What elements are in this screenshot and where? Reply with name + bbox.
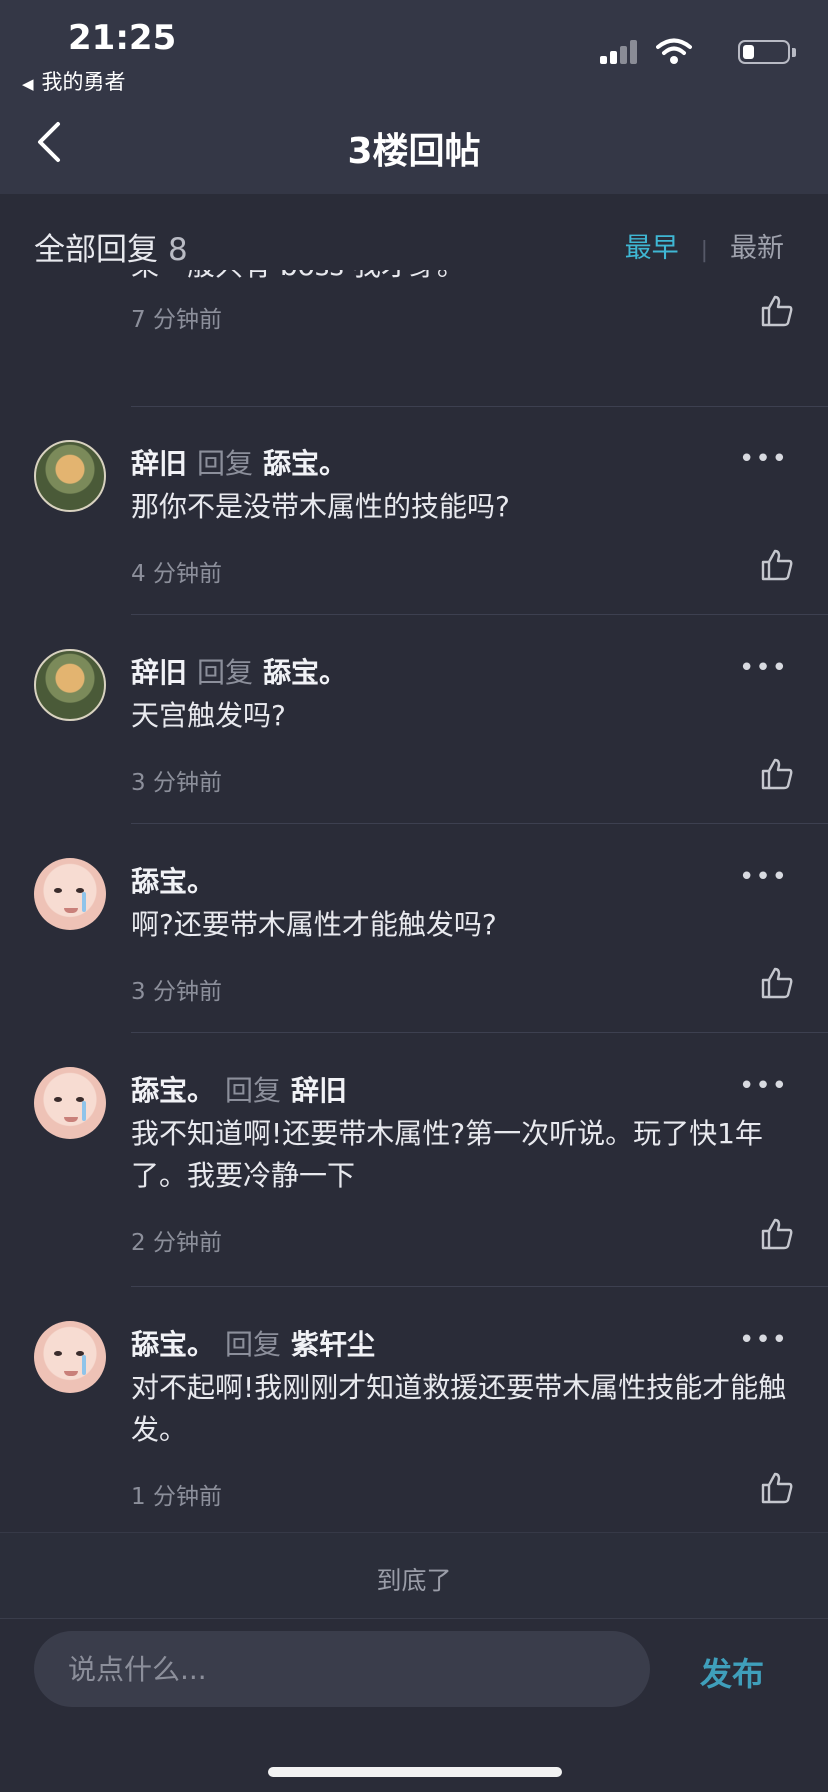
end-of-list-bar: 到底了 [0,1532,828,1618]
reply-target[interactable]: 舔宝。 [263,656,347,689]
thumbs-up-icon[interactable] [760,1471,794,1505]
avatar[interactable] [34,1067,106,1139]
more-options-icon[interactable]: ••• [739,653,788,683]
back-triangle-icon: ◀ [22,75,34,93]
reply-verb: 回复 [225,1074,282,1107]
comment-time: 7 分钟前 [131,307,222,333]
comment-time: 2 分钟前 [131,1230,222,1256]
comment-time: 4 分钟前 [131,561,222,587]
thumbs-up-icon[interactable] [760,1217,794,1251]
sort-earliest-tab[interactable]: 最早 [625,233,679,264]
all-replies-label: 全部回复 [34,232,158,268]
partial-comment-text: 果一般只有 boss 我才穿。 [131,270,465,284]
more-options-icon[interactable]: ••• [739,862,788,892]
cellular-signal-icon [600,40,640,64]
reply-target[interactable]: 辞旧 [291,1074,347,1107]
comment-input[interactable] [34,1631,650,1707]
sort-separator: | [700,238,708,263]
avatar[interactable] [34,858,106,930]
more-options-icon[interactable]: ••• [739,1325,788,1355]
comment-text: 我不知道啊!还要带木属性?第一次听说。玩了快1年了。我要冷静一下 [131,1117,763,1192]
comment-author[interactable]: 舔宝。 [131,865,215,898]
status-time: 21:25 [68,18,177,58]
reply-verb: 回复 [225,1328,282,1361]
avatar[interactable] [34,440,106,512]
thumbs-up-icon[interactable] [760,548,794,582]
divider [131,614,828,615]
comment-author[interactable]: 辞旧 [131,656,187,689]
wifi-icon [656,38,692,64]
comment-text: 那你不是没带木属性的技能吗? [131,490,510,523]
comment-author[interactable]: 辞旧 [131,447,187,480]
divider [131,1032,828,1033]
reply-verb: 回复 [197,447,254,480]
comment-time: 3 分钟前 [131,979,222,1005]
more-options-icon[interactable]: ••• [739,1071,788,1101]
comment-meta: 舔宝。 回复 紫轩尘 [131,1323,375,1363]
composer-bar: 发布 [0,1618,828,1792]
comment-meta: 辞旧 回复 舔宝。 [131,442,347,482]
top-bar: 21:25 ◀ 我的勇者 3楼回帖 [0,0,828,194]
reply-target[interactable]: 舔宝。 [263,447,347,480]
back-app-label: 我的勇者 [41,70,126,94]
reply-target[interactable]: 紫轩尘 [291,1328,375,1361]
back-to-app-link[interactable]: ◀ 我的勇者 [22,66,126,96]
reply-count: 8 [168,232,188,268]
divider [131,406,828,407]
all-replies-title: 全部回复 8 [34,224,188,269]
avatar[interactable] [34,649,106,721]
publish-button[interactable]: 发布 [700,1649,764,1695]
home-indicator[interactable] [268,1767,562,1777]
comment-input-wrapper[interactable] [34,1631,650,1707]
comment-meta: 辞旧 回复 舔宝。 [131,651,347,691]
thumbs-up-icon[interactable] [760,757,794,791]
comment-meta: 舔宝。 回复 辞旧 [131,1069,347,1109]
comment-author[interactable]: 舔宝。 [131,1328,215,1361]
avatar[interactable] [34,1321,106,1393]
thumbs-up-icon[interactable] [760,966,794,1000]
comment-author[interactable]: 舔宝。 [131,1074,215,1107]
comment-text: 天宫触发吗? [131,699,286,732]
sort-toggle: 最早 | 最新 [625,226,784,265]
comment-text: 啊?还要带木属性才能触发吗? [131,908,497,941]
comment-time: 3 分钟前 [131,770,222,796]
comment-text: 对不起啊!我刚刚才知道救援还要带木属性技能才能触发。 [131,1371,787,1446]
reply-verb: 回复 [197,656,254,689]
comment-time: 1 分钟前 [131,1484,222,1510]
battery-icon [738,40,796,64]
status-icons [590,36,796,66]
end-of-list-text: 到底了 [376,1566,452,1595]
thumbs-up-icon[interactable] [760,294,794,328]
divider [131,823,828,824]
sort-latest-tab[interactable]: 最新 [730,233,784,264]
more-options-icon[interactable]: ••• [739,444,788,474]
comment-meta: 舔宝。 [131,860,215,900]
reply-list[interactable]: 果一般只有 boss 我才穿。 7 分钟前 辞旧回复舔宝。 ••• 那你不是没带… [0,270,828,1532]
divider [131,1286,828,1287]
page-title: 3楼回帖 [347,131,481,172]
